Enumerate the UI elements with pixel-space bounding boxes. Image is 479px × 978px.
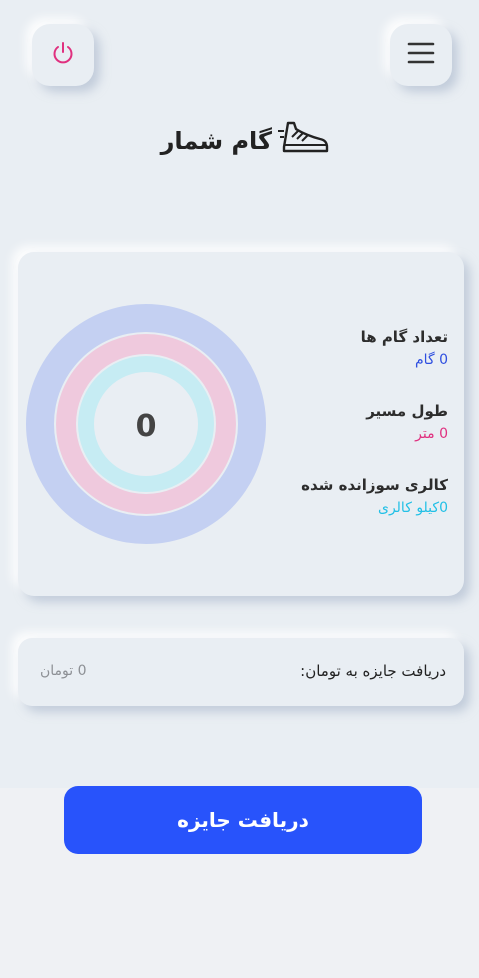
- stats-card: 0 تعداد گام ها 0 گام طول مسیر 0 متر کالر…: [18, 252, 464, 596]
- hamburger-menu-icon: [407, 41, 435, 69]
- sneaker-icon: [278, 117, 330, 165]
- stat-distance-value: 0 متر: [415, 426, 448, 442]
- reward-label: دریافت جایزه به تومان:: [300, 662, 446, 680]
- claim-reward-button[interactable]: دریافت جایزه: [64, 786, 422, 854]
- step-ring-chart: 0: [26, 304, 266, 544]
- reward-value: 0 تومان: [40, 663, 87, 679]
- stat-steps-value: 0 گام: [415, 352, 448, 368]
- stat-distance: طول مسیر 0 متر: [366, 402, 448, 442]
- menu-button[interactable]: [390, 24, 452, 86]
- stat-calories-value: 0کیلو کالری: [377, 500, 448, 516]
- power-icon: [50, 40, 76, 70]
- power-button[interactable]: [32, 24, 94, 86]
- stat-distance-label: طول مسیر: [366, 402, 448, 420]
- ring-value: 0: [136, 409, 157, 444]
- reward-card: دریافت جایزه به تومان: 0 تومان: [18, 638, 464, 706]
- stat-steps-label: تعداد گام ها: [360, 328, 448, 346]
- stat-calories: کالری سوزانده شده 0کیلو کالری: [301, 476, 448, 516]
- app-title-row: گام شمار: [160, 116, 330, 166]
- page-title: گام شمار: [160, 127, 272, 155]
- stat-calories-label: کالری سوزانده شده: [301, 476, 448, 494]
- stat-steps: تعداد گام ها 0 گام: [361, 328, 448, 368]
